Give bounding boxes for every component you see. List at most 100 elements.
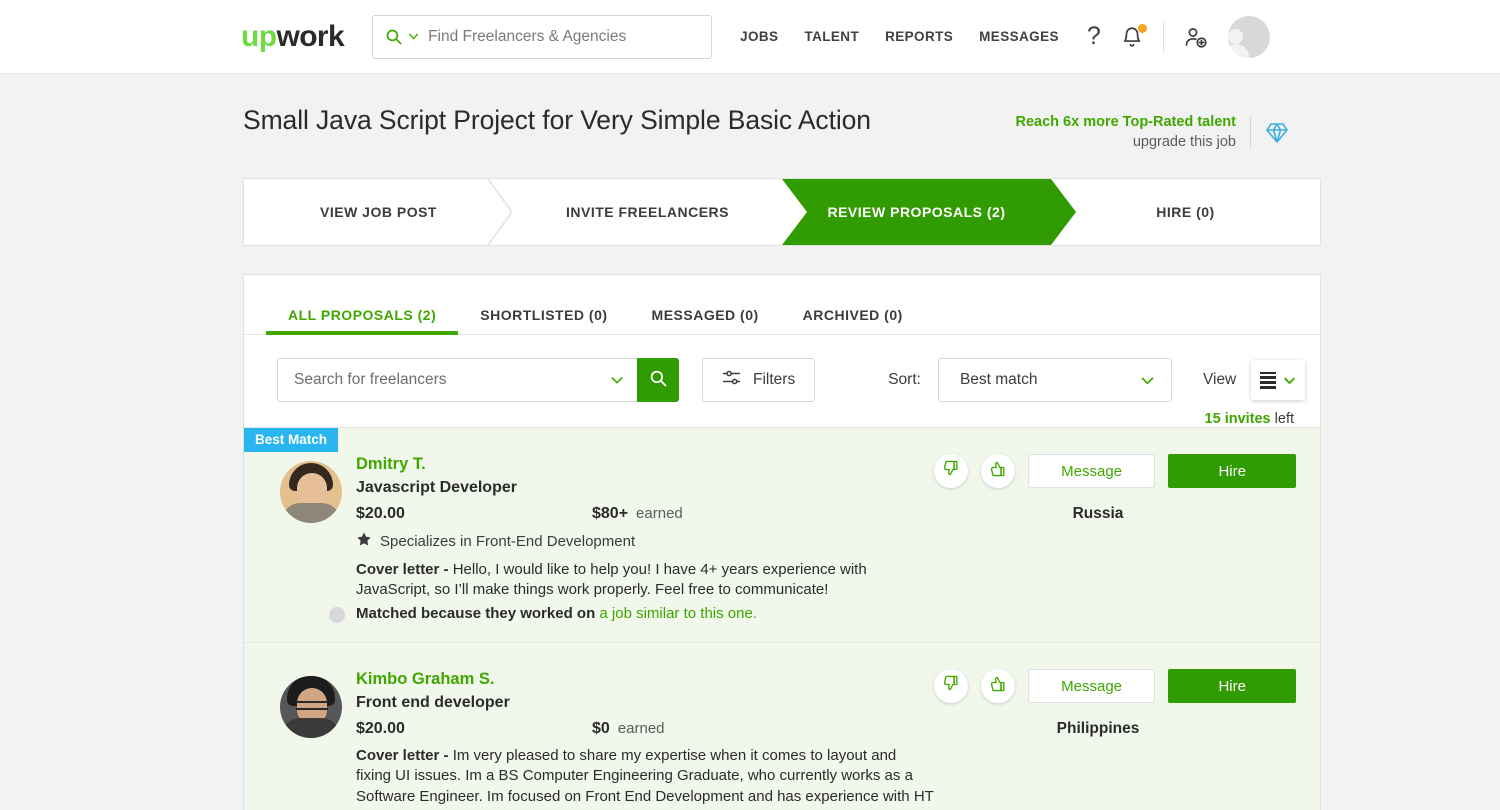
add-person-icon[interactable] — [1184, 25, 1208, 49]
invites-left: 15 invites left — [244, 402, 1320, 427]
earned-amount: $80+ — [592, 505, 629, 523]
freelancer-earned: $80+ earned — [592, 505, 683, 523]
hire-label: Hire — [1218, 677, 1246, 695]
upwork-logo[interactable]: up work — [241, 21, 345, 52]
proposal-info: Kimbo Graham S. Front end developer $20.… — [356, 660, 934, 810]
proposal-actions: Message Hire Philippines — [934, 660, 1296, 810]
tab-messaged[interactable]: MESSAGED (0) — [630, 307, 781, 334]
thumbs-up-button[interactable] — [980, 669, 1015, 704]
title-row: Small Java Script Project for Very Simpl… — [243, 74, 1289, 152]
thumbs-down-button[interactable] — [934, 669, 968, 704]
cover-letter-label: Cover letter - — [356, 747, 453, 765]
upgrade-headline[interactable]: Reach 6x more Top-Rated talent — [1015, 113, 1236, 133]
search-icon — [385, 28, 402, 45]
proposal-actions: Message Hire Russia — [934, 445, 1296, 622]
proposal-card: Kimbo Graham S. Front end developer $20.… — [244, 642, 1320, 810]
message-button[interactable]: Message — [1027, 669, 1156, 704]
step-review-proposals[interactable]: REVIEW PROPOSALS (2) — [782, 179, 1076, 246]
global-search-input[interactable]: Find Freelancers & Agencies — [372, 14, 713, 59]
chevron-down-icon[interactable] — [407, 30, 420, 43]
help-glyph: ? — [1086, 22, 1101, 50]
search-freelancers-input[interactable]: Search for freelancers — [277, 358, 637, 403]
sort-select[interactable]: Best match — [937, 358, 1172, 403]
star-icon — [356, 531, 372, 551]
nav-item-messages[interactable]: MESSAGES — [979, 29, 1059, 44]
freelancer-avatar[interactable] — [280, 676, 342, 739]
freelancer-rate: $20.00 — [356, 720, 405, 738]
nav-item-talent[interactable]: TALENT — [804, 29, 859, 44]
tab-label: SHORTLISTED (0) — [480, 307, 608, 324]
freelancer-title: Front end developer — [356, 694, 510, 712]
page-body: Small Java Script Project for Very Simpl… — [0, 74, 1500, 810]
avatar-head-shape — [1228, 28, 1244, 44]
chevron-down-icon — [1139, 372, 1156, 389]
step-view-job-post[interactable]: VIEW JOB POST — [244, 179, 513, 246]
invites-count: 15 invites — [1204, 411, 1271, 428]
earned-amount: $0 — [592, 720, 610, 738]
step-hire[interactable]: HIRE (0) — [1051, 179, 1320, 245]
message-label: Message — [1061, 677, 1123, 695]
tab-shortlisted[interactable]: SHORTLISTED (0) — [458, 307, 629, 334]
view-mode-button[interactable] — [1251, 360, 1306, 401]
search-icon — [649, 369, 667, 392]
action-buttons-row: Message Hire — [934, 669, 1296, 704]
matched-label: Matched because they worked on — [356, 605, 600, 623]
thumbs-up-button[interactable] — [980, 454, 1015, 489]
step-label: VIEW JOB POST — [320, 204, 437, 221]
action-buttons-row: Message Hire — [934, 454, 1296, 489]
step-label: HIRE (0) — [1156, 204, 1215, 221]
tab-label: ALL PROPOSALS (2) — [288, 307, 437, 324]
nav-item-reports[interactable]: REPORTS — [885, 29, 953, 44]
list-view-icon — [1259, 371, 1276, 389]
chevron-down-icon — [1282, 373, 1297, 388]
proposals-toolbar: Search for freelancers Filters Sort: Bes… — [244, 335, 1320, 403]
view-group: View — [1203, 360, 1306, 401]
proposal-avatar-column — [266, 660, 356, 810]
hire-button[interactable]: Hire — [1168, 454, 1296, 489]
thumbs-down-icon — [942, 675, 959, 697]
message-button[interactable]: Message — [1027, 454, 1156, 489]
upgrade-subtext[interactable]: upgrade this job — [1015, 133, 1236, 153]
global-search-placeholder: Find Freelancers & Agencies — [428, 27, 627, 45]
tab-all-proposals[interactable]: ALL PROPOSALS (2) — [266, 307, 459, 336]
proposal-card: Best Match Dmitry T. Javascript Develope… — [244, 427, 1320, 643]
diamond-icon[interactable] — [1265, 121, 1289, 145]
chevron-down-icon[interactable] — [609, 372, 625, 388]
avatar[interactable] — [1227, 15, 1270, 58]
page-title: Small Java Script Project for Very Simpl… — [243, 105, 871, 135]
upgrade-promo[interactable]: Reach 6x more Top-Rated talent upgrade t… — [1015, 105, 1289, 152]
tab-label: ARCHIVED (0) — [802, 307, 903, 324]
step-invite-freelancers[interactable]: INVITE FREELANCERS — [513, 179, 782, 245]
top-header: up work Find Freelancers & Agencies JOBS … — [0, 0, 1500, 74]
freelancer-name[interactable]: Kimbo Graham S. — [356, 670, 934, 689]
search-submit-button[interactable] — [637, 358, 679, 403]
upgrade-divider — [1250, 115, 1251, 150]
message-label: Message — [1061, 462, 1123, 480]
freelancer-country: Russia — [1072, 505, 1124, 523]
freelancer-rate: $20.00 — [356, 505, 405, 523]
freelancer-name[interactable]: Dmitry T. — [356, 455, 934, 474]
content-container: Small Java Script Project for Very Simpl… — [211, 74, 1321, 810]
freelancer-country: Philippines — [1056, 720, 1140, 738]
freelancer-earned: $0 earned — [592, 720, 665, 738]
freelancer-avatar[interactable] — [280, 461, 342, 524]
proposal-info: Dmitry T. Javascript Developer $20.00 $8… — [356, 445, 934, 622]
header-icon-group: ? — [1087, 15, 1270, 58]
availability-badge — [326, 604, 348, 627]
step-notch-left — [782, 179, 807, 246]
matched-job-link[interactable]: a job similar to this one. — [599, 605, 757, 622]
thumbs-down-button[interactable] — [934, 454, 968, 489]
header-divider — [1162, 21, 1164, 52]
help-icon[interactable]: ? — [1087, 24, 1101, 49]
earned-label: earned — [617, 720, 665, 738]
cover-letter-label: Cover letter - — [356, 561, 453, 579]
bell-icon[interactable] — [1121, 24, 1147, 48]
tab-archived[interactable]: ARCHIVED (0) — [781, 307, 925, 334]
proposal-tabs: ALL PROPOSALS (2) SHORTLISTED (0) MESSAG… — [244, 275, 1320, 336]
hire-button[interactable]: Hire — [1168, 669, 1296, 704]
filters-button[interactable]: Filters — [702, 358, 816, 403]
thumbs-up-icon — [989, 460, 1006, 482]
step-label: REVIEW PROPOSALS (2) — [827, 204, 1006, 221]
matched-reason: Matched because they worked on a job sim… — [356, 605, 934, 622]
nav-item-jobs[interactable]: JOBS — [740, 29, 778, 44]
